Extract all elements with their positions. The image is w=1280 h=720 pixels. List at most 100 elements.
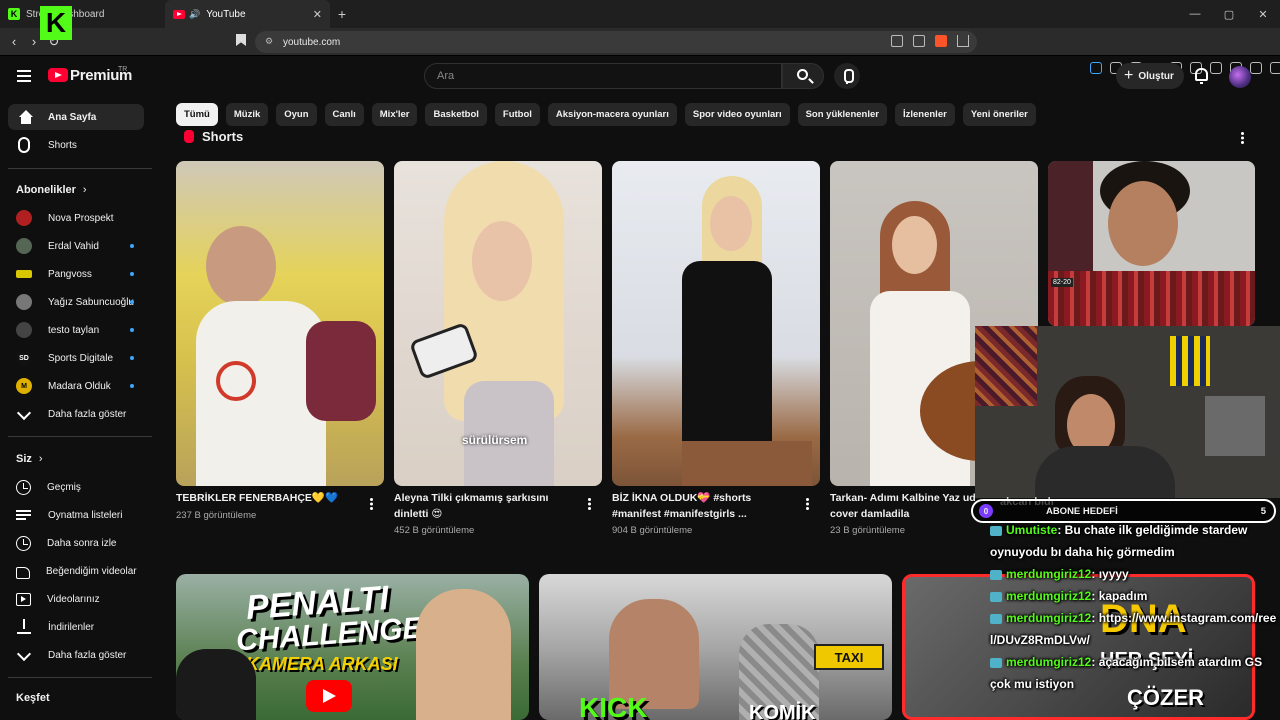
create-label: Oluştur [1138,70,1174,82]
sidebar-item-label: Beğendiğim videolar [46,565,137,577]
kick-logo-overlay: K [40,6,72,40]
short-title[interactable]: BİZ İKNA OLDUK💝 #shorts #manifest #manif… [612,490,802,522]
sidebar-item-history[interactable]: Geçmiş [8,474,144,500]
sidebar-item-channel[interactable]: SD Sports Digitale [8,345,144,371]
minimize-button[interactable]: — [1178,0,1212,28]
sidebar-item-playlists[interactable]: Oynatma listeleri [8,502,144,528]
sidebar-item-your-videos[interactable]: Videolarınız [8,586,144,612]
goal-current: 0 [979,504,993,518]
channel-avatar [16,322,32,338]
show-more-you[interactable]: Daha fazla göster [8,642,144,668]
avatar[interactable] [1229,66,1251,88]
sidebar-item-label: Shorts [48,139,77,151]
youtube-favicon-icon [173,9,185,19]
new-tab-button[interactable]: + [330,0,354,28]
sidebar-item-channel[interactable]: testo taylan [8,317,144,343]
maximize-button[interactable]: ▢ [1212,0,1246,28]
section-title: Abonelikler [16,184,76,196]
audio-icon[interactable]: 🔊 [189,9,200,20]
video-thumbnail[interactable]: TAXI KICK KOMİK [539,574,892,720]
url-bar[interactable]: ⚙ youtube.com [255,31,977,53]
search-input[interactable] [437,70,781,82]
chip[interactable]: Mix'ler [371,103,418,126]
chip[interactable]: Yeni öneriler [962,103,1036,126]
sidebar-item-label: Oynatma listeleri [48,509,123,521]
more-options-icon[interactable] [805,497,809,511]
tapestry [975,326,1037,406]
you-heading[interactable]: Siz › [16,453,43,465]
person-face [710,196,752,251]
sidebar-item-label: Videolarınız [47,593,100,605]
sidebar-item-home[interactable]: Ana Sayfa [8,104,144,130]
chip[interactable]: Aksiyon-macera oyunları [547,103,677,126]
youtube-logo-icon[interactable] [48,68,68,82]
kick-favicon-icon: K [8,8,20,20]
chat-user: Umutiste [1006,523,1058,537]
search-box[interactable] [424,63,782,89]
chip[interactable]: Son yüklenenler [797,103,887,126]
share-icon[interactable] [913,35,925,47]
tab-youtube[interactable]: 🔊 YouTube ✕ [165,0,330,28]
sidebar-item-watch-later[interactable]: Daha sonra izle [8,530,144,556]
show-more-subscriptions[interactable]: Daha fazla göster [8,401,144,427]
sidebar-item-downloads[interactable]: İndirilenler [8,614,144,640]
tab-dashboard[interactable]: K Stre... Dashboard [0,0,165,28]
chip[interactable]: Oyun [276,103,317,126]
short-title[interactable]: Aleyna Tilki çıkmamış şarkısını dinletti… [394,490,584,522]
url-actions [891,35,969,47]
sidebar-item-shorts[interactable]: Shorts [8,132,144,158]
divider [8,168,152,169]
brave-shields-icon[interactable] [935,35,947,47]
channel-name: Pangvoss [48,268,92,280]
sidebar-item-label: Daha fazla göster [48,649,127,661]
chat-user: merdumgiriz12 [1006,611,1092,625]
subscriptions-heading[interactable]: Abonelikler › [16,184,87,196]
tab-title: YouTube [206,8,246,20]
search-button[interactable] [782,63,824,89]
notifications-bell-icon[interactable] [1195,68,1208,84]
channel-name: Erdal Vahid [48,240,99,252]
sidebar-item-channel[interactable]: Pangvoss [8,261,144,287]
short-thumbnail[interactable]: sürülürsem [394,161,602,486]
chip[interactable]: Müzik [225,103,269,126]
short-title[interactable]: TEBRİKLER FENERBAHÇE💛💙 [176,490,366,506]
cast-icon[interactable] [891,35,903,47]
voice-search-button[interactable] [834,63,860,89]
chip[interactable]: Basketbol [425,103,487,126]
sidebar-item-channel[interactable]: Erdal Vahid [8,233,144,259]
chip[interactable]: Tümü [176,103,218,126]
site-info-icon[interactable]: ⚙ [265,36,273,47]
brave-rewards-icon[interactable] [957,35,969,47]
sidebar-item-liked-videos[interactable]: Beğendiğim videolar [8,558,144,584]
sidebar-item-channel[interactable]: M Madara Olduk [8,373,144,399]
new-content-dot [130,356,134,360]
chip[interactable]: Futbol [494,103,540,126]
more-options-icon[interactable] [1240,131,1244,145]
chat-badge-icon [990,525,1002,536]
short-thumbnail[interactable]: 82-20 [1048,161,1255,326]
sidebar-item-channel[interactable]: Nova Prospekt [8,205,144,231]
hamburger-menu-icon[interactable] [17,70,31,82]
chip[interactable]: Canlı [324,103,364,126]
more-options-icon[interactable] [369,497,373,511]
shorts-icon [184,130,194,143]
address-bar-row: ‹ › ↻ ⚙ youtube.com [0,28,1280,74]
short-thumbnail[interactable] [176,161,384,486]
create-button[interactable]: + Oluştur [1116,63,1184,89]
chip[interactable]: Spor video oyunları [684,103,790,126]
short-thumbnail[interactable] [612,161,820,486]
chat-user: merdumgiriz12 [1006,589,1092,603]
more-options-icon[interactable] [587,497,591,511]
video-thumbnail[interactable]: PENALTI CHALLENGE KAMERA ARKASI [176,574,529,720]
chat-message: merdumgiriz12: https://www.instagram.com… [990,607,1280,651]
chat-user: merdumgiriz12 [1006,567,1092,581]
sidebar-item-channel[interactable]: Yağız Sabuncuoğlu [8,289,144,315]
back-button[interactable]: ‹ [4,34,24,49]
chip[interactable]: İzlenenler [894,103,955,126]
bookmark-icon[interactable] [236,34,246,46]
close-window-button[interactable]: ✕ [1246,0,1280,28]
browser-tab-bar: K Stre... Dashboard 🔊 YouTube ✕ + — ▢ ✕ [0,0,1280,28]
country-code: TR [118,66,128,73]
chat-text: : kapadım [1091,589,1148,603]
close-tab-icon[interactable]: ✕ [313,8,322,21]
